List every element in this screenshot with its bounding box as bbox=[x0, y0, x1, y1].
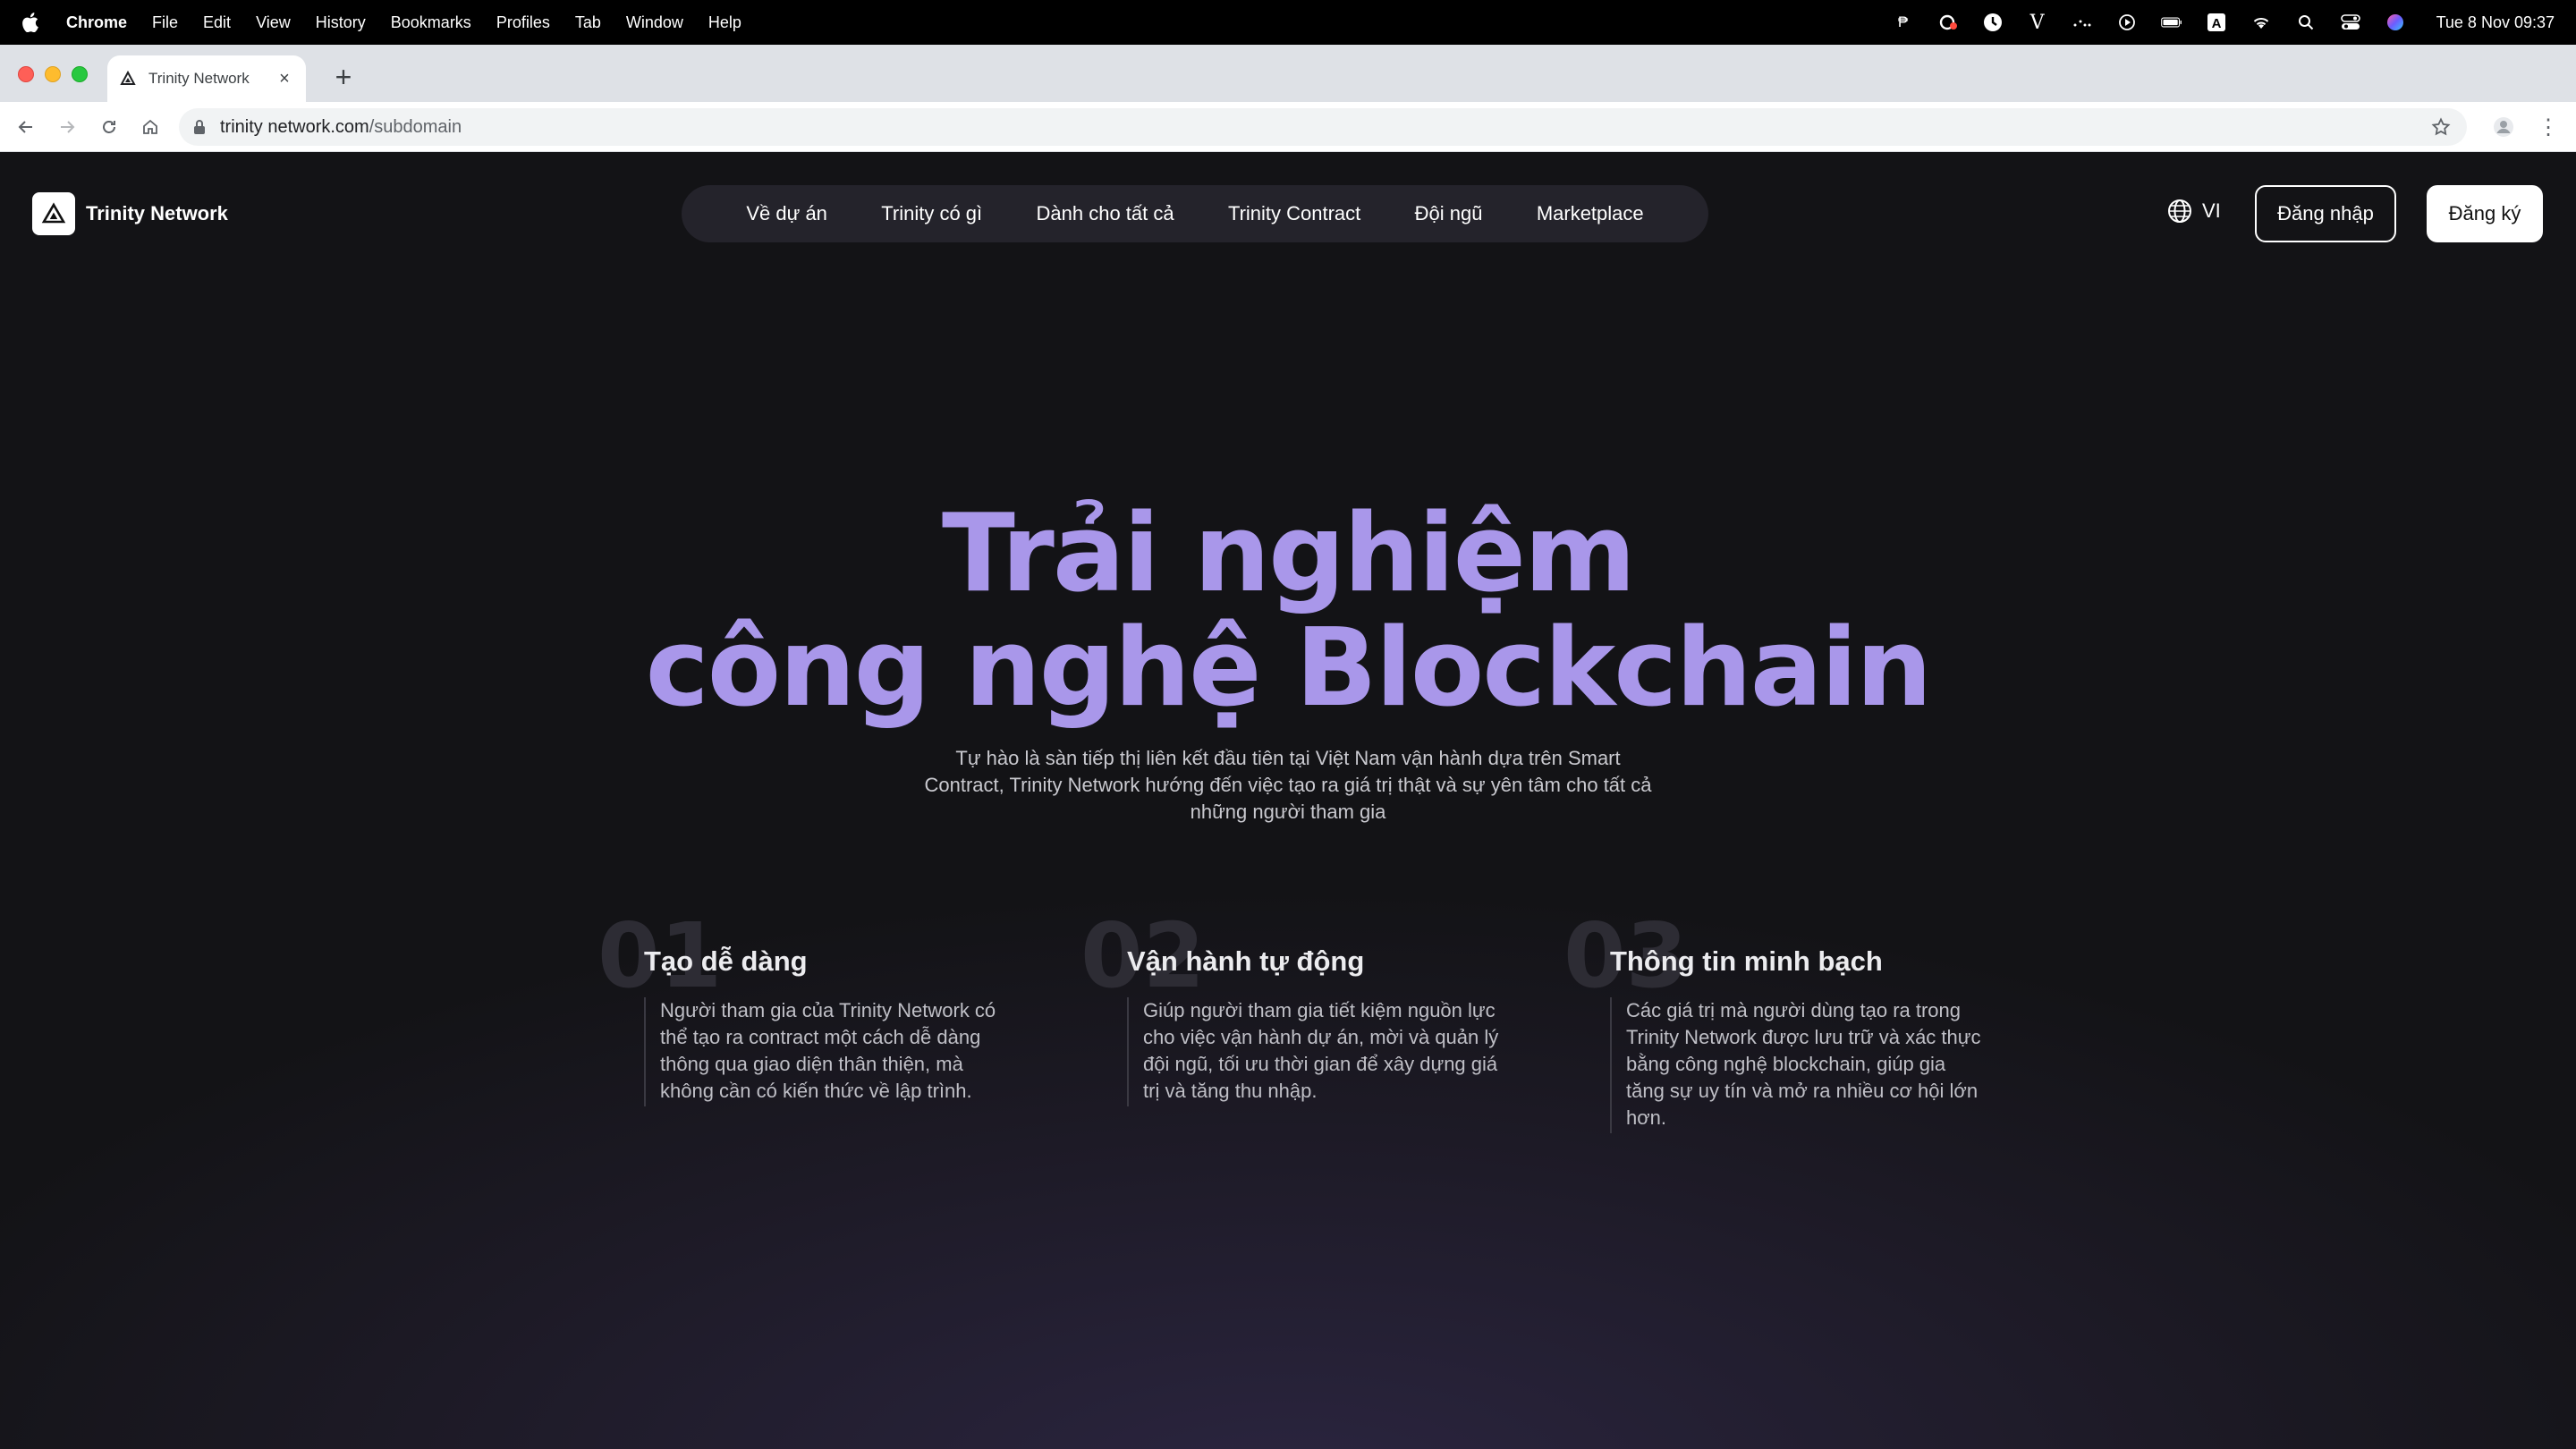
reload-icon[interactable] bbox=[96, 114, 123, 140]
keyboard-input-icon[interactable]: A bbox=[2206, 13, 2227, 32]
hero-title-line-2: công nghệ Blockchain bbox=[645, 606, 1933, 731]
nav-trinity-contract[interactable]: Trinity Contract bbox=[1228, 202, 1360, 225]
menu-tab[interactable]: Tab bbox=[575, 13, 601, 32]
browser-tab-strip: Trinity Network × + bbox=[0, 45, 2576, 102]
nav-ve-du-an[interactable]: Về dự án bbox=[746, 202, 827, 225]
feature-card: 02 Vận hành tự động Giúp người tham gia … bbox=[1080, 911, 1528, 1117]
tab-title: Trinity Network bbox=[148, 70, 250, 87]
feature-divider bbox=[1610, 997, 1612, 1133]
feature-description: Giúp người tham gia tiết kiệm nguồn lực … bbox=[1143, 999, 1499, 1102]
spotlight-search-icon[interactable] bbox=[2295, 13, 2317, 32]
window-minimize-button[interactable] bbox=[45, 66, 61, 82]
menu-window[interactable]: Window bbox=[626, 13, 683, 32]
bookmark-star-icon[interactable] bbox=[2431, 117, 2451, 137]
siri-icon[interactable] bbox=[2385, 13, 2406, 32]
globe-icon bbox=[2166, 198, 2193, 225]
status-area: ₱ V A Tue 8 Nov 09:37 bbox=[1893, 0, 2555, 45]
wifi-icon[interactable] bbox=[2250, 13, 2272, 32]
dots-app-icon[interactable] bbox=[2072, 13, 2093, 32]
profile-avatar-icon[interactable] bbox=[2490, 114, 2517, 140]
feature-card: 03 Thông tin minh bạch Các giá trị mà ng… bbox=[1563, 911, 2011, 1133]
menu-bookmarks[interactable]: Bookmarks bbox=[391, 13, 471, 32]
play-icon[interactable] bbox=[2116, 13, 2138, 32]
menu-profiles[interactable]: Profiles bbox=[496, 13, 550, 32]
feature-description: Người tham gia của Trinity Network có th… bbox=[660, 999, 996, 1102]
login-button[interactable]: Đăng nhập bbox=[2255, 185, 2396, 242]
nav-danh-cho-tat-ca[interactable]: Dành cho tất cả bbox=[1037, 202, 1174, 225]
trinity-logo-icon bbox=[32, 192, 75, 235]
menu-app-name[interactable]: Chrome bbox=[66, 13, 127, 32]
apple-icon[interactable] bbox=[21, 13, 41, 32]
browser-toolbar: trinity network.com/subdomain ⋮ bbox=[0, 102, 2576, 152]
lock-icon[interactable] bbox=[193, 119, 208, 135]
feature-card: 01 Tạo dễ dàng Người tham gia của Trinit… bbox=[597, 911, 1045, 1117]
tab-close-icon[interactable]: × bbox=[275, 69, 293, 89]
url-path: /subdomain bbox=[369, 116, 462, 137]
trinity-favicon-icon bbox=[120, 71, 136, 87]
feature-divider bbox=[1127, 997, 1129, 1106]
battery-icon[interactable] bbox=[2160, 13, 2182, 32]
home-icon[interactable] bbox=[137, 114, 164, 140]
nav-trinity-co-gi[interactable]: Trinity có gì bbox=[881, 202, 982, 225]
feature-title: Tạo dễ dàng bbox=[644, 945, 808, 977]
hero-subtitle: Tự hào là sàn tiếp thị liên kết đầu tiên… bbox=[924, 747, 1652, 823]
menu-edit[interactable]: Edit bbox=[203, 13, 231, 32]
pixel-app-icon[interactable]: ₱ bbox=[1893, 13, 1914, 32]
window-zoom-button[interactable] bbox=[72, 66, 88, 82]
feature-title: Thông tin minh bạch bbox=[1610, 945, 1883, 977]
feature-description: Các giá trị mà người dùng tạo ra trong T… bbox=[1626, 999, 1981, 1129]
hero-title-line-1: Trải nghiệm bbox=[941, 492, 1636, 616]
web-page: Trinity Network Về dự án Trinity có gì D… bbox=[0, 153, 2576, 1449]
menu-view[interactable]: View bbox=[256, 13, 291, 32]
clock-app-icon[interactable] bbox=[1982, 13, 2004, 32]
menu-file[interactable]: File bbox=[152, 13, 178, 32]
browser-menu-icon[interactable]: ⋮ bbox=[2535, 114, 2562, 140]
language-code: VI bbox=[2202, 199, 2221, 222]
nav-doi-ngu[interactable]: Đội ngũ bbox=[1415, 202, 1483, 225]
menu-help[interactable]: Help bbox=[708, 13, 741, 32]
main-navigation: Về dự án Trinity có gì Dành cho tất cả T… bbox=[682, 185, 1708, 242]
signup-button[interactable]: Đăng ký bbox=[2427, 185, 2543, 242]
forward-arrow-icon[interactable] bbox=[54, 114, 80, 140]
menu-history[interactable]: History bbox=[316, 13, 366, 32]
svg-text:A: A bbox=[2211, 16, 2221, 31]
site-logo[interactable]: Trinity Network bbox=[32, 192, 228, 235]
site-name: Trinity Network bbox=[86, 202, 228, 225]
macos-menu-bar: Chrome File Edit View History Bookmarks … bbox=[0, 0, 2576, 45]
back-arrow-icon[interactable] bbox=[13, 114, 39, 140]
new-tab-button[interactable]: + bbox=[329, 61, 358, 93]
address-bar[interactable]: trinity network.com/subdomain bbox=[179, 108, 2467, 146]
creative-cloud-icon[interactable] bbox=[1937, 13, 1959, 32]
url-host: trinity network.com bbox=[220, 116, 369, 137]
menu-clock[interactable]: Tue 8 Nov 09:37 bbox=[2436, 13, 2555, 32]
language-switcher[interactable]: VI bbox=[2166, 198, 2221, 225]
vectorize-icon[interactable]: V bbox=[2027, 12, 2048, 34]
browser-tab-active[interactable]: Trinity Network × bbox=[107, 55, 306, 102]
window-close-button[interactable] bbox=[18, 66, 34, 82]
hero-title: Trải nghiệm công nghệ Blockchain bbox=[572, 497, 2004, 726]
feature-divider bbox=[644, 997, 646, 1106]
nav-marketplace[interactable]: Marketplace bbox=[1537, 202, 1644, 225]
control-center-icon[interactable] bbox=[2340, 13, 2361, 32]
feature-title: Vận hành tự động bbox=[1127, 945, 1365, 977]
